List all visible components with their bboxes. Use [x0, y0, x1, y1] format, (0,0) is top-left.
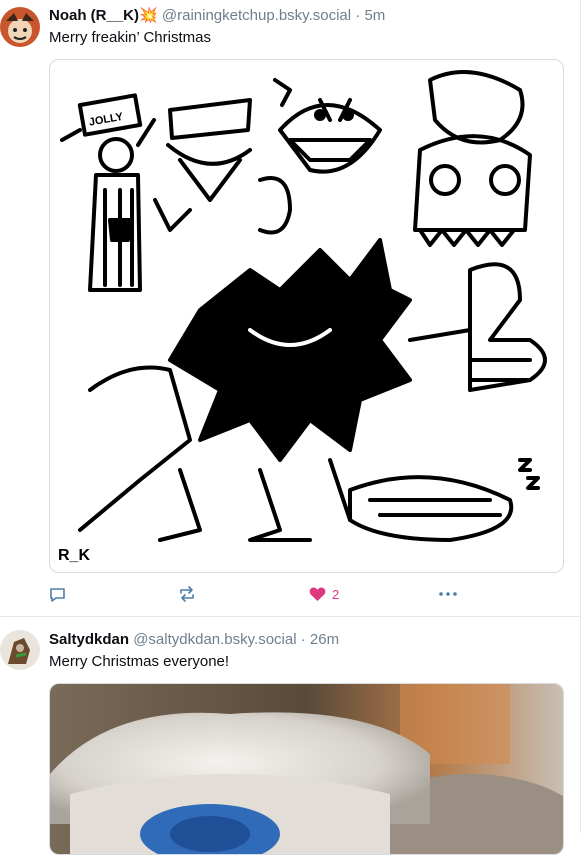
- more-options-button[interactable]: [438, 584, 458, 604]
- post-noah[interactable]: Noah (R__K)💥 @rainingketchup.bsky.social…: [0, 0, 581, 616]
- jolly-sign-text: JOLLY: [88, 111, 125, 129]
- separator-dot: ·: [355, 7, 361, 24]
- more-icon: [439, 592, 457, 596]
- post-header: Noah (R__K)💥 @rainingketchup.bsky.social…: [49, 7, 385, 25]
- avatar[interactable]: [0, 630, 40, 670]
- avatar[interactable]: [0, 7, 40, 47]
- handle[interactable]: @saltydkdan.bsky.social: [133, 631, 296, 648]
- post-actions: 2: [0, 584, 581, 604]
- like-button[interactable]: 2: [309, 584, 339, 604]
- post-image[interactable]: R_K JOLLY: [49, 59, 564, 573]
- like-count: 2: [332, 586, 340, 602]
- post-image[interactable]: [49, 683, 564, 855]
- heart-icon: [309, 587, 326, 601]
- separator-dot: ·: [300, 631, 306, 648]
- repost-button[interactable]: [178, 584, 196, 604]
- post-text: Merry Christmas everyone!: [49, 653, 230, 670]
- christmas-drawing: R_K JOLLY: [58, 70, 547, 564]
- repost-icon: [180, 586, 194, 602]
- post-text: Merry freakin’ Christmas: [49, 29, 211, 46]
- reply-button[interactable]: [49, 584, 66, 604]
- post-saltydkdan[interactable]: Saltydkdan @saltydkdan.bsky.social · 26m…: [0, 617, 581, 855]
- smurf-photo: [50, 684, 563, 854]
- signature-text: R_K: [58, 547, 90, 564]
- post-header: Saltydkdan @saltydkdan.bsky.social · 26m: [49, 631, 339, 649]
- display-name[interactable]: Saltydkdan: [49, 631, 129, 648]
- timestamp[interactable]: 26m: [310, 631, 339, 648]
- reply-icon: [50, 587, 65, 602]
- handle[interactable]: @rainingketchup.bsky.social: [162, 7, 351, 24]
- display-name[interactable]: Noah (R__K): [49, 7, 139, 24]
- timestamp[interactable]: 5m: [364, 7, 385, 24]
- explosion-emoji: 💥: [139, 7, 158, 24]
